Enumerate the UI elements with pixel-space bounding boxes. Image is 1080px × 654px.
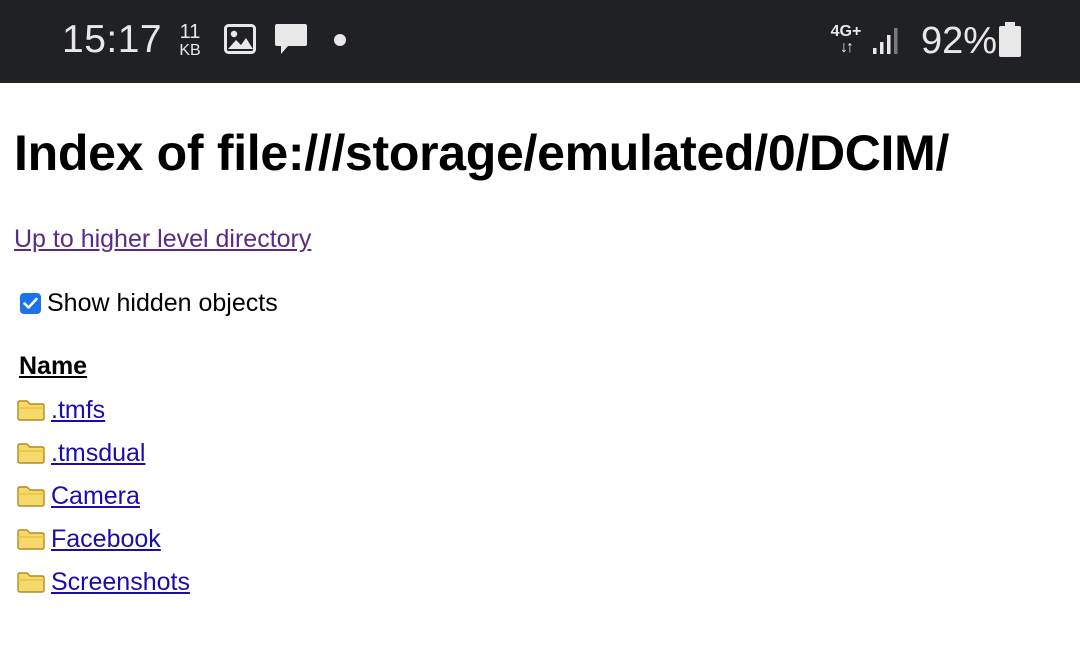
status-time: 15:17 (62, 18, 163, 61)
file-row: Facebook (17, 522, 161, 556)
folder-link[interactable]: .tmfs (51, 396, 105, 425)
file-row: Camera (17, 479, 140, 513)
folder-icon (17, 486, 45, 507)
folder-link[interactable]: Camera (51, 482, 140, 511)
page-title: Index of file:///storage/emulated/0/DCIM… (14, 125, 950, 181)
show-hidden-checkbox[interactable] (20, 292, 41, 314)
status-bar: 15:17 11 KB 4G+ ↓↑ 92% (0, 0, 1080, 83)
file-row: .tmsdual (17, 436, 145, 470)
image-icon (224, 24, 256, 54)
show-hidden-toggle[interactable]: Show hidden objects (20, 288, 278, 318)
data-speed-unit: KB (179, 42, 201, 59)
chat-icon (275, 24, 307, 54)
show-hidden-label: Show hidden objects (47, 288, 278, 317)
name-column-header[interactable]: Name (19, 352, 87, 381)
data-speed-value: 11 (179, 21, 201, 43)
battery-percent: 92% (921, 20, 998, 62)
network-type: 4G+ (830, 23, 862, 40)
signal-icon (873, 28, 898, 54)
folder-icon (17, 400, 45, 421)
folder-icon (17, 443, 45, 464)
checkmark-icon (23, 297, 38, 309)
data-speed-indicator: 11 KB (177, 22, 203, 59)
folder-link[interactable]: Screenshots (51, 568, 190, 597)
notification-dot-icon (334, 34, 346, 46)
folder-icon (17, 572, 45, 593)
up-directory-link[interactable]: Up to higher level directory (14, 225, 311, 254)
network-indicator: 4G+ ↓↑ (828, 24, 864, 56)
folder-link[interactable]: .tmsdual (51, 439, 145, 468)
file-row: Screenshots (17, 565, 190, 599)
folder-link[interactable]: Facebook (51, 525, 161, 554)
battery-icon (999, 22, 1021, 57)
folder-icon (17, 529, 45, 550)
network-arrows-icon: ↓↑ (840, 39, 854, 56)
file-row: .tmfs (17, 393, 105, 427)
